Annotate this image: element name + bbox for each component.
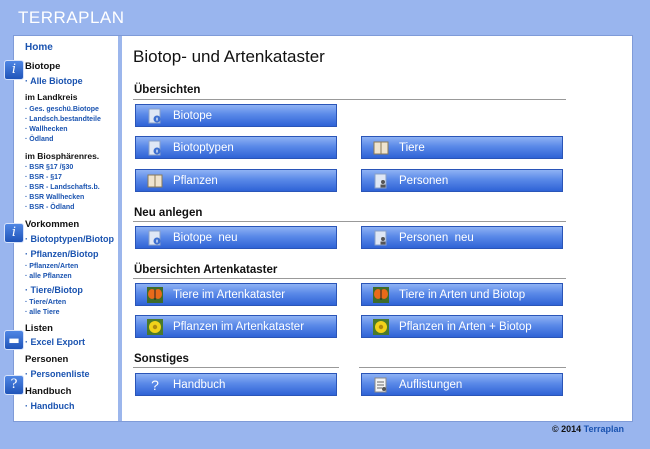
section-divider (133, 367, 339, 368)
sidebar-heading-biosphaere: im Biosphärenres. (25, 151, 100, 161)
auflistungen-button-label: Auflistungen (399, 378, 463, 391)
tiere-button-label: Tiere (399, 141, 425, 154)
biotope-neu-button[interactable]: Biotope neu (135, 226, 337, 249)
sidebar-item-personenliste[interactable]: · Personenliste (25, 369, 90, 379)
document-person-icon (373, 230, 389, 246)
pflanzen-button[interactable]: Pflanzen (135, 169, 337, 192)
document-info-icon (147, 108, 163, 124)
sidebar-item-ges-biotope[interactable]: · Ges. geschü.Biotope (25, 106, 99, 113)
section-title-artenkataster: Übersichten Artenkataster (134, 264, 278, 276)
biotoptypen-button[interactable]: Biotoptypen (135, 136, 337, 159)
sidebar-item-alle-tiere[interactable]: · alle Tiere (25, 309, 60, 316)
biotope-button-label: Biotope (173, 109, 213, 122)
butterfly-icon (373, 286, 389, 303)
personen-neu-button[interactable]: Personen neu (361, 226, 563, 249)
biotope-button[interactable]: Biotope (135, 104, 337, 127)
sidebar: Home i Biotope · Alle Biotope im Landkre… (4, 36, 122, 421)
tiere-artenkataster-button[interactable]: Tiere im Artenkataster (135, 283, 337, 306)
footer: © 2014 Terraplan (552, 424, 624, 434)
sidebar-item-pflanzen-biotop[interactable]: · Pflanzen/Biotop (25, 249, 99, 259)
section-divider (359, 367, 566, 368)
auflistungen-button[interactable]: Auflistungen (361, 373, 563, 396)
sidebar-heading-landkreis: im Landkreis (25, 92, 78, 102)
sidebar-item-tiere-arten[interactable]: · Tiere/Arten (25, 299, 66, 306)
tiere-arten-biotop-button-label: Tiere in Arten und Biotop (399, 288, 526, 301)
pflanzen-arten-biotop-button[interactable]: Pflanzen in Arten + Biotop (361, 315, 563, 338)
sidebar-item-bsr-17[interactable]: · BSR - §17 (25, 174, 62, 181)
handbuch-button[interactable]: ? Handbuch (135, 373, 337, 396)
help-icon: ? (4, 375, 24, 395)
section-title-uebersichten: Übersichten (134, 84, 201, 96)
sidebar-item-wallhecken[interactable]: · Wallhecken (25, 126, 68, 133)
section-title-neu-anlegen: Neu anlegen (134, 207, 203, 219)
sidebar-item-pflanzen-arten[interactable]: · Pflanzen/Arten (25, 263, 78, 270)
section-divider (133, 278, 566, 279)
sidebar-item-excel-export[interactable]: · Excel Export (25, 337, 85, 347)
flower-icon (373, 318, 389, 335)
app-brand: TERRAPLAN (18, 8, 125, 27)
sidebar-item-biotoptypen[interactable]: · Biotoptypen/Biotop (25, 234, 114, 244)
document-info-icon (147, 140, 163, 156)
terraplan-link[interactable]: Terraplan (584, 424, 624, 434)
sidebar-item-alle-pflanzen[interactable]: · alle Pflanzen (25, 273, 72, 280)
content-frame: Home i Biotope · Alle Biotope im Landkre… (4, 35, 633, 434)
personen-button-label: Personen (399, 174, 449, 187)
handbuch-button-label: Handbuch (173, 378, 226, 391)
sidebar-heading-biotope: Biotope (25, 61, 61, 72)
pflanzen-button-label: Pflanzen (173, 174, 218, 187)
sidebar-item-tiere-biotop[interactable]: · Tiere/Biotop (25, 285, 83, 295)
sidebar-item-landsch[interactable]: · Landsch.bestandteile (25, 116, 101, 123)
tiere-arten-biotop-button[interactable]: Tiere in Arten und Biotop (361, 283, 563, 306)
document-info-icon (147, 230, 163, 246)
question-icon: ? (151, 376, 159, 393)
book-icon (147, 173, 163, 189)
sidebar-item-bsr-oedland[interactable]: · BSR - Ödland (25, 204, 74, 211)
sidebar-home-link[interactable]: Home (25, 42, 53, 53)
section-title-sonstiges: Sonstiges (134, 353, 189, 365)
personen-button[interactable]: Personen (361, 169, 563, 192)
sidebar-item-bsr-landschaft[interactable]: · BSR - Landschafts.b. (25, 184, 100, 191)
sidebar-item-handbuch[interactable]: · Handbuch (25, 401, 75, 411)
info-icon: i (4, 60, 24, 80)
page-title: Biotop- und Artenkataster (133, 47, 325, 66)
biotope-neu-button-label: Biotope neu (173, 231, 238, 244)
tiere-artenkataster-button-label: Tiere im Artenkataster (173, 288, 286, 301)
tiere-button[interactable]: Tiere (361, 136, 563, 159)
butterfly-icon (147, 286, 163, 303)
book-icon (373, 140, 389, 156)
sidebar-heading-listen: Listen (25, 323, 53, 334)
personen-neu-button-label: Personen neu (399, 231, 474, 244)
pflanzen-arten-biotop-button-label: Pflanzen in Arten + Biotop (399, 320, 532, 333)
copyright-text: © 2014 (551, 424, 584, 434)
pflanzen-artenkataster-button[interactable]: Pflanzen im Artenkataster (135, 315, 337, 338)
section-divider (133, 99, 566, 100)
sidebar-heading-handbuch: Handbuch (25, 386, 72, 397)
sidebar-item-oedland[interactable]: · Ödland (25, 136, 53, 143)
info-icon: i (4, 223, 24, 243)
sidebar-item-bsr-17-30[interactable]: · BSR §17 /§30 (25, 164, 73, 171)
section-divider (133, 221, 566, 222)
pflanzen-artenkataster-button-label: Pflanzen im Artenkataster (173, 320, 305, 333)
sidebar-item-alle-biotope[interactable]: · Alle Biotope (25, 76, 83, 86)
document-person-icon (373, 173, 389, 189)
sidebar-heading-vorkommen: Vorkommen (25, 219, 80, 230)
biotoptypen-button-label: Biotoptypen (173, 141, 234, 154)
list-document-icon (373, 377, 389, 393)
folder-icon: ▬ (4, 330, 24, 350)
main-content: Biotop- und Artenkataster Übersichten Bi… (126, 36, 632, 421)
sidebar-item-bsr-wallhecken[interactable]: · BSR Wallhecken (25, 194, 84, 201)
sidebar-heading-personen: Personen (25, 354, 69, 365)
flower-icon (147, 318, 163, 335)
